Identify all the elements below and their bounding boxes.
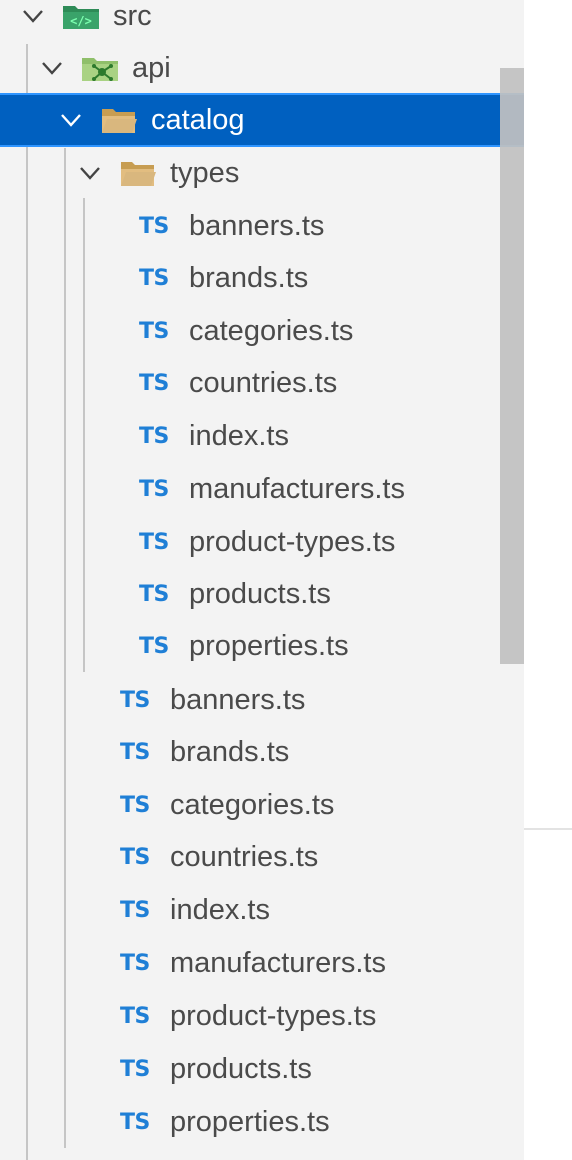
folder-open-icon xyxy=(121,162,156,186)
tree-item-label: categories.ts xyxy=(170,788,335,821)
tree-item-file[interactable]: TS products.ts xyxy=(0,1043,524,1095)
tree-item-file[interactable]: TS banners.ts xyxy=(0,200,524,252)
tree-item-label: products.ts xyxy=(189,577,331,610)
typescript-icon: TS xyxy=(120,844,150,870)
tree-item-types[interactable]: types xyxy=(0,147,524,199)
tree-item-file[interactable]: TS product-types.ts xyxy=(0,990,524,1042)
tree-item-label: catalog xyxy=(151,103,245,136)
tree-item-file[interactable]: TS manufacturers.ts xyxy=(0,463,524,515)
tree-item-catalog[interactable]: catalog xyxy=(0,93,524,147)
tree-item-api[interactable]: api xyxy=(0,42,524,94)
typescript-icon: TS xyxy=(120,897,150,923)
tree-item-label: categories.ts xyxy=(189,314,354,347)
typescript-icon: TS xyxy=(139,633,169,659)
tree-item-file[interactable]: TS index.ts xyxy=(0,410,524,462)
tree-item-label: products.ts xyxy=(170,1052,312,1085)
tree-item-file[interactable]: TS products.ts xyxy=(0,568,524,620)
tree-item-label: brands.ts xyxy=(189,261,309,294)
chevron-down-icon[interactable] xyxy=(76,159,104,187)
file-explorer: </> src api catalog types TS banners.ts … xyxy=(0,0,524,1160)
panel-divider xyxy=(524,828,572,830)
tree-item-file[interactable]: TS index.ts xyxy=(0,884,524,936)
typescript-icon: TS xyxy=(139,370,169,396)
tree-item-label: product-types.ts xyxy=(189,525,396,558)
chevron-down-icon[interactable] xyxy=(57,106,85,134)
tree-item-file[interactable]: TS categories.ts xyxy=(0,305,524,357)
tree-item-label: brands.ts xyxy=(170,735,290,768)
typescript-icon: TS xyxy=(120,792,150,818)
tree-item-label: banners.ts xyxy=(189,209,325,242)
tree-item-label: types xyxy=(170,156,240,189)
tree-item-label: index.ts xyxy=(170,893,270,926)
tree-item-label: properties.ts xyxy=(189,629,349,662)
api-folder-icon xyxy=(82,58,118,81)
typescript-icon: TS xyxy=(139,265,169,291)
typescript-icon: TS xyxy=(139,529,169,555)
typescript-icon: TS xyxy=(120,687,150,713)
chevron-down-icon[interactable] xyxy=(38,54,66,82)
tree-item-file[interactable]: TS manufacturers.ts xyxy=(0,937,524,989)
tree-item-file[interactable]: TS countries.ts xyxy=(0,831,524,883)
typescript-icon: TS xyxy=(139,318,169,344)
tree-item-label: properties.ts xyxy=(170,1105,330,1138)
tree-item-file[interactable]: TS banners.ts xyxy=(0,674,524,726)
tree-item-label: product-types.ts xyxy=(170,999,377,1032)
tree-item-label: manufacturers.ts xyxy=(189,472,405,505)
typescript-icon: TS xyxy=(139,581,169,607)
typescript-icon: TS xyxy=(120,1003,150,1029)
tree-item-file[interactable]: TS categories.ts xyxy=(0,779,524,831)
typescript-icon: TS xyxy=(120,950,150,976)
tree-item-file[interactable]: TS brands.ts xyxy=(0,252,524,304)
tree-item-label: banners.ts xyxy=(170,683,306,716)
typescript-icon: TS xyxy=(120,1056,150,1082)
tree-item-file[interactable]: TS product-types.ts xyxy=(0,516,524,568)
typescript-icon: TS xyxy=(139,423,169,449)
tree-item-file[interactable]: TS brands.ts xyxy=(0,726,524,778)
typescript-icon: TS xyxy=(139,213,169,239)
typescript-icon: TS xyxy=(120,739,150,765)
scrollbar-thumb[interactable] xyxy=(500,68,524,664)
tree-item-file[interactable]: TS countries.ts xyxy=(0,357,524,409)
tree-item-file[interactable]: TS properties.ts xyxy=(0,620,524,672)
typescript-icon: TS xyxy=(120,1109,150,1135)
tree-item-src[interactable]: </> src xyxy=(0,0,524,42)
tree-item-label: index.ts xyxy=(189,419,289,452)
src-folder-icon: </> xyxy=(63,6,99,29)
tree-item-file[interactable]: TS properties.ts xyxy=(0,1096,524,1148)
tree-item-label: countries.ts xyxy=(189,366,338,399)
tree-item-label: src xyxy=(113,0,152,32)
folder-open-icon xyxy=(102,109,137,133)
tree-item-label: api xyxy=(132,51,171,84)
svg-text:</>: </> xyxy=(70,14,92,28)
tree-item-label: manufacturers.ts xyxy=(170,946,386,979)
chevron-down-icon[interactable] xyxy=(19,2,47,30)
typescript-icon: TS xyxy=(139,476,169,502)
tree-item-label: countries.ts xyxy=(170,840,319,873)
